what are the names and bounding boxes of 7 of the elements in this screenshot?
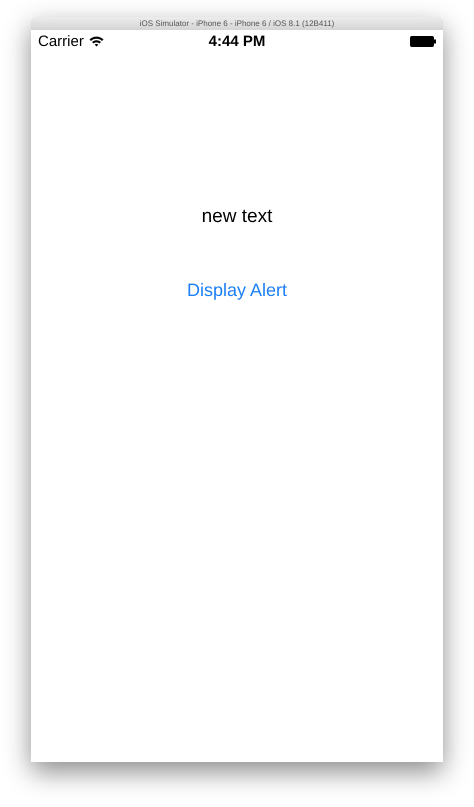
window-title: iOS Simulator - iPhone 6 - iPhone 6 / iOS 8.1 (12B411) [31,17,443,30]
text-label: new text [202,206,272,228]
wifi-icon [88,36,104,46]
carrier-label: Carrier [38,32,84,50]
display-alert-button[interactable]: Display Alert [182,278,292,303]
status-time: 4:44 PM [208,32,266,50]
battery-icon [410,36,436,46]
